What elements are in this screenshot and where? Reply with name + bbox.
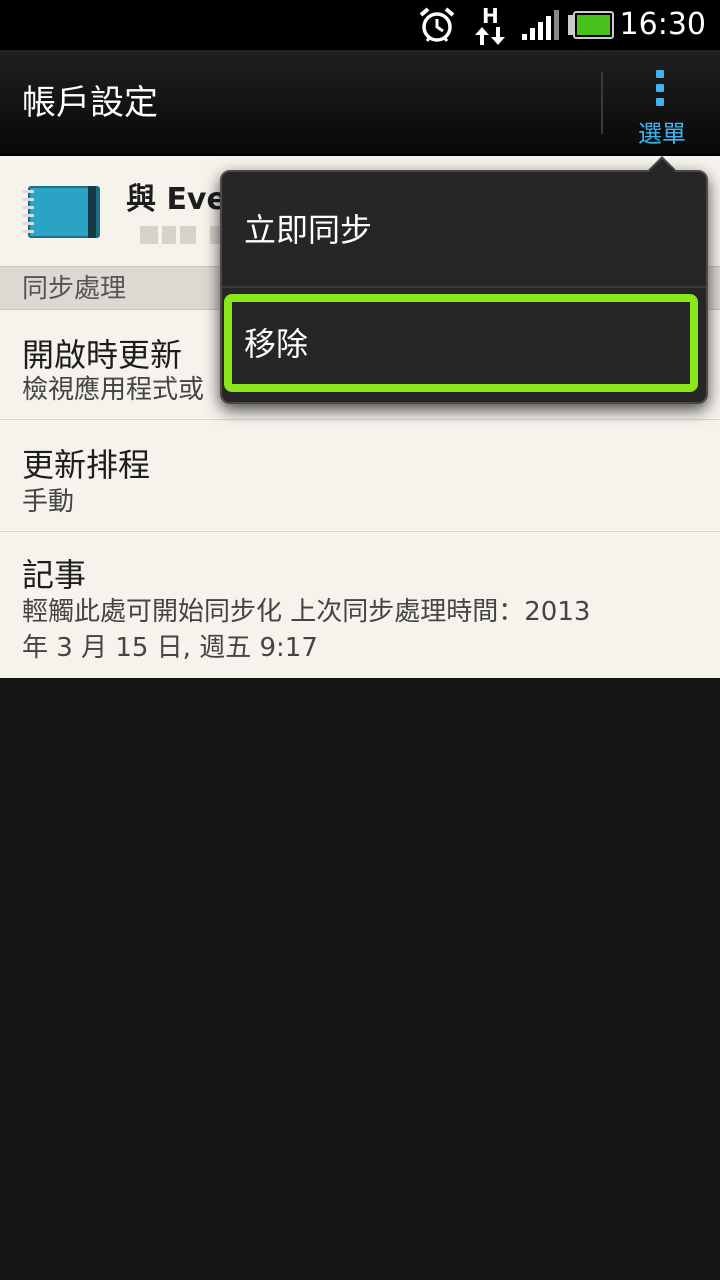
menu-item-sync-now[interactable]: 立即同步 [222,174,706,286]
item-title: 更新排程 [22,446,151,484]
menu-item-label: 立即同步 [244,211,373,249]
page-title: 帳戶設定 [22,83,158,123]
item-subtitle-line1: 輕觸此處可開始同步化 上次同步處理時間：2013 [22,597,591,627]
evernote-notebook-icon [22,184,104,240]
status-time: 16:30 [619,7,706,42]
action-bar: 帳戶設定 選單 [0,50,720,156]
alarm-clock-icon [414,0,460,50]
item-subtitle: 檢視應用程式或 [22,375,205,405]
status-bar: H 16:30 [0,0,720,50]
list-item-update-schedule[interactable]: 更新排程 手動 [0,420,720,532]
section-header-label: 同步處理 [22,274,127,304]
signal-strength-icon [518,0,562,50]
list-item-notes[interactable]: 記事 輕觸此處可開始同步化 上次同步處理時間：2013 年 3 月 15 日, … [0,532,720,678]
item-title: 記事 [22,556,87,594]
menu-label: 選單 [638,120,686,148]
item-title: 開啟時更新 [22,336,183,374]
item-subtitle-line2: 年 3 月 15 日, 週五 9:17 [22,633,318,663]
item-subtitle: 手動 [22,487,75,517]
action-bar-divider [601,72,603,134]
battery-icon [566,0,616,50]
popup-pointer-inner [648,159,676,173]
account-name: 與 Eve [126,182,227,217]
data-transfer-icon: H [470,0,510,50]
menu-button[interactable]: 選單 [604,50,720,156]
network-type-label: H [482,4,499,28]
popup-menu: 立即同步 移除 [220,170,708,404]
empty-background [0,678,720,1280]
highlight-box [224,294,698,392]
